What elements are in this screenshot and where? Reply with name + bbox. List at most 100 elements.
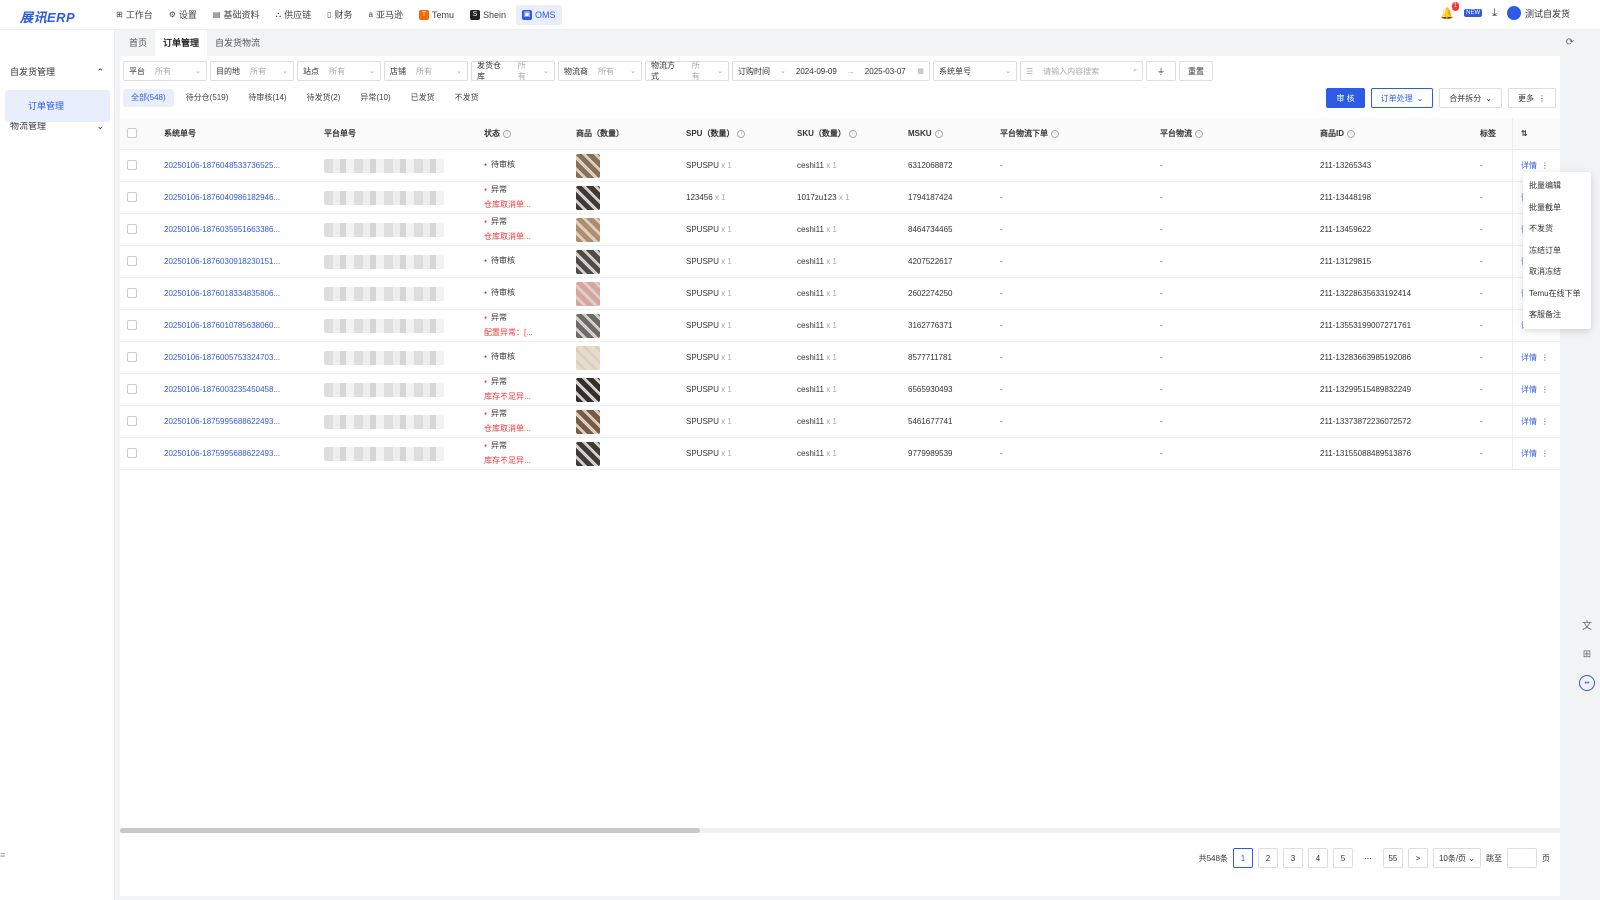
order-link[interactable]: 20250106-1876035951663386... <box>160 225 320 234</box>
status-tab[interactable]: 待发货(2) <box>299 89 349 107</box>
method-filter[interactable]: 物流方式 所有 ⌄ <box>645 61 729 81</box>
order-link[interactable]: 20250106-1876030918230151... <box>160 257 320 266</box>
search-input[interactable]: ☰ 请输入内容搜索 ⌕ <box>1020 61 1143 81</box>
bell-icon[interactable]: 🔔 1 <box>1440 1 1460 20</box>
more-vertical-icon[interactable]: ⋮ <box>1541 449 1549 458</box>
menu-item[interactable]: 冻结订单 <box>1523 240 1591 262</box>
status-tab[interactable]: 已发货 <box>403 89 443 107</box>
merge-split-button[interactable]: 合并拆分 ⌄ <box>1439 88 1502 108</box>
table-row[interactable]: 20250106-1876030918230151... 待审核 SPUSPU x … <box>120 246 1560 278</box>
status-tab[interactable]: 全部(548) <box>123 89 174 107</box>
menu-item[interactable]: Temu在线下单 <box>1523 283 1591 305</box>
status-detail[interactable]: 库存不足异... <box>484 454 572 468</box>
status-tab[interactable]: 异常(10) <box>352 89 398 107</box>
row-checkbox[interactable] <box>127 351 137 362</box>
jump-page-input[interactable] <box>1507 848 1537 868</box>
site-filter[interactable]: 站点 所有 ⌄ <box>297 61 381 81</box>
product-thumbnail[interactable] <box>576 313 600 338</box>
order-link[interactable]: 20250106-1875995688622493... <box>160 417 320 426</box>
status-tab[interactable]: 待审核(14) <box>240 89 294 107</box>
apps-grid-icon[interactable]: ⊞ <box>1578 645 1596 663</box>
status-detail[interactable]: 仓库取消单... <box>484 422 572 436</box>
row-checkbox[interactable] <box>127 415 137 426</box>
carrier-filter[interactable]: 物流商 所有 ⌄ <box>558 61 642 81</box>
info-icon[interactable]: i <box>1195 129 1203 138</box>
order-link[interactable]: 20250106-1876010785638060... <box>160 321 320 330</box>
table-row[interactable]: 20250106-1876048533736525... 待审核 SPUSPU x … <box>120 150 1560 182</box>
row-checkbox[interactable] <box>127 447 137 458</box>
new-feature-icon[interactable]: NEW <box>1464 9 1483 17</box>
app-logo[interactable]: 展讯ERP <box>20 7 75 26</box>
nav-item-1[interactable]: ⚙ 设置 <box>163 5 203 25</box>
menu-item[interactable]: 批量编辑 <box>1523 175 1591 197</box>
info-icon[interactable]: i <box>848 129 857 138</box>
table-row[interactable]: 20250106-1876010785638060... 异常配置异常：[... S… <box>120 310 1560 342</box>
status-detail[interactable]: 配置异常：[... <box>484 326 572 340</box>
menu-item[interactable]: 客服备注 <box>1523 304 1591 326</box>
sidebar-item-order-management[interactable]: 订单管理 <box>5 90 110 122</box>
menu-item[interactable]: 取消冻结 <box>1523 261 1591 283</box>
tab-order-management[interactable]: 订单管理 <box>155 30 208 56</box>
next-page-button[interactable]: > <box>1407 848 1428 868</box>
info-icon[interactable]: i <box>503 129 511 138</box>
table-row[interactable]: 20250106-1876005753324703... 待审核 SPUSPU x … <box>120 342 1560 374</box>
detail-link[interactable]: 详情 <box>1521 448 1537 459</box>
order-date-range[interactable]: 订购时间 ⌄ 2024-09-09 → 2025-03-07 ▦ <box>732 61 930 81</box>
table-row[interactable]: 20250106-1875995688622493... 异常仓库取消单... SP… <box>120 406 1560 438</box>
order-process-button[interactable]: 订单处理 ⌄ <box>1370 88 1434 108</box>
nav-item-4[interactable]: ▯ 财务 <box>321 5 358 25</box>
product-thumbnail[interactable] <box>576 185 600 210</box>
order-link[interactable]: 20250106-1875995688622493... <box>160 449 320 458</box>
status-tab[interactable]: 待分仓(519) <box>178 89 237 107</box>
menu-item[interactable]: 批量截单 <box>1523 197 1591 219</box>
warehouse-filter[interactable]: 发货仓库 所有 ⌄ <box>471 61 555 81</box>
detail-link[interactable]: 详情 <box>1521 160 1537 171</box>
nav-item-3[interactable]: ⛬ 供应链 <box>269 5 317 25</box>
order-link[interactable]: 20250106-1876005753324703... <box>160 353 320 362</box>
product-thumbnail[interactable] <box>576 345 600 370</box>
tab-home[interactable]: 首页 <box>121 30 155 56</box>
product-thumbnail[interactable] <box>576 441 600 466</box>
info-icon[interactable]: i <box>737 129 746 138</box>
row-checkbox[interactable] <box>127 191 137 202</box>
refresh-icon[interactable]: ⟳ <box>1566 37 1574 48</box>
row-checkbox[interactable] <box>127 159 137 170</box>
translate-icon[interactable]: 文 <box>1578 615 1596 633</box>
nav-item-6[interactable]: T Temu <box>413 5 460 25</box>
detail-link[interactable]: 详情 <box>1521 384 1537 395</box>
search-type-select[interactable]: 系统单号 ⌄ <box>933 61 1017 81</box>
product-thumbnail[interactable] <box>576 409 600 434</box>
reset-button[interactable]: 重置 <box>1179 61 1213 81</box>
sidebar-group-self-shipping[interactable]: 自发货管理 ⌃ <box>0 60 114 84</box>
advanced-filter-button[interactable]: ⏚ <box>1146 61 1176 81</box>
collapse-sidebar-icon[interactable]: ≡ <box>0 850 5 860</box>
page-ellipsis[interactable]: ··· <box>1357 848 1378 868</box>
nav-item-5[interactable]: a 亚马逊 <box>363 5 409 25</box>
order-link[interactable]: 20250106-1876003235450458... <box>160 385 320 394</box>
status-tab[interactable]: 不发货 <box>447 89 487 107</box>
horizontal-scrollbar[interactable] <box>120 828 1560 833</box>
page-last[interactable]: 55 <box>1382 848 1403 868</box>
product-thumbnail[interactable] <box>576 377 600 402</box>
user-menu[interactable]: 测试自发货 <box>1506 6 1570 20</box>
page-button[interactable]: 3 <box>1282 848 1303 868</box>
menu-item[interactable]: 不发货 <box>1523 218 1591 240</box>
status-detail[interactable]: 仓库取消单... <box>484 198 572 212</box>
nav-item-2[interactable]: ▤ 基础资料 <box>207 5 266 25</box>
more-button[interactable]: 更多 ⋮ <box>1508 88 1556 108</box>
table-row[interactable]: 20250106-1875995688622493... 异常库存不足异... SP… <box>120 438 1560 470</box>
download-icon[interactable]: ⤓ <box>1492 7 1497 20</box>
order-link[interactable]: 20250106-1876040986182946... <box>160 193 320 202</box>
detail-link[interactable]: 详情 <box>1521 352 1537 363</box>
page-button[interactable]: 1 <box>1232 848 1253 868</box>
destination-filter[interactable]: 目的地 所有 ⌄ <box>210 61 294 81</box>
info-icon[interactable]: i <box>1347 129 1355 138</box>
more-vertical-icon[interactable]: ⋮ <box>1541 161 1549 170</box>
row-checkbox[interactable] <box>127 223 137 234</box>
order-link[interactable]: 20250106-1876048533736525... <box>160 161 320 170</box>
tab-self-shipping-logistics[interactable]: 自发货物流 <box>207 30 268 56</box>
page-button[interactable]: 2 <box>1257 848 1278 868</box>
order-link[interactable]: 20250106-1876018334835806... <box>160 289 320 298</box>
more-vertical-icon[interactable]: ⋮ <box>1541 385 1549 394</box>
row-checkbox[interactable] <box>127 255 137 266</box>
